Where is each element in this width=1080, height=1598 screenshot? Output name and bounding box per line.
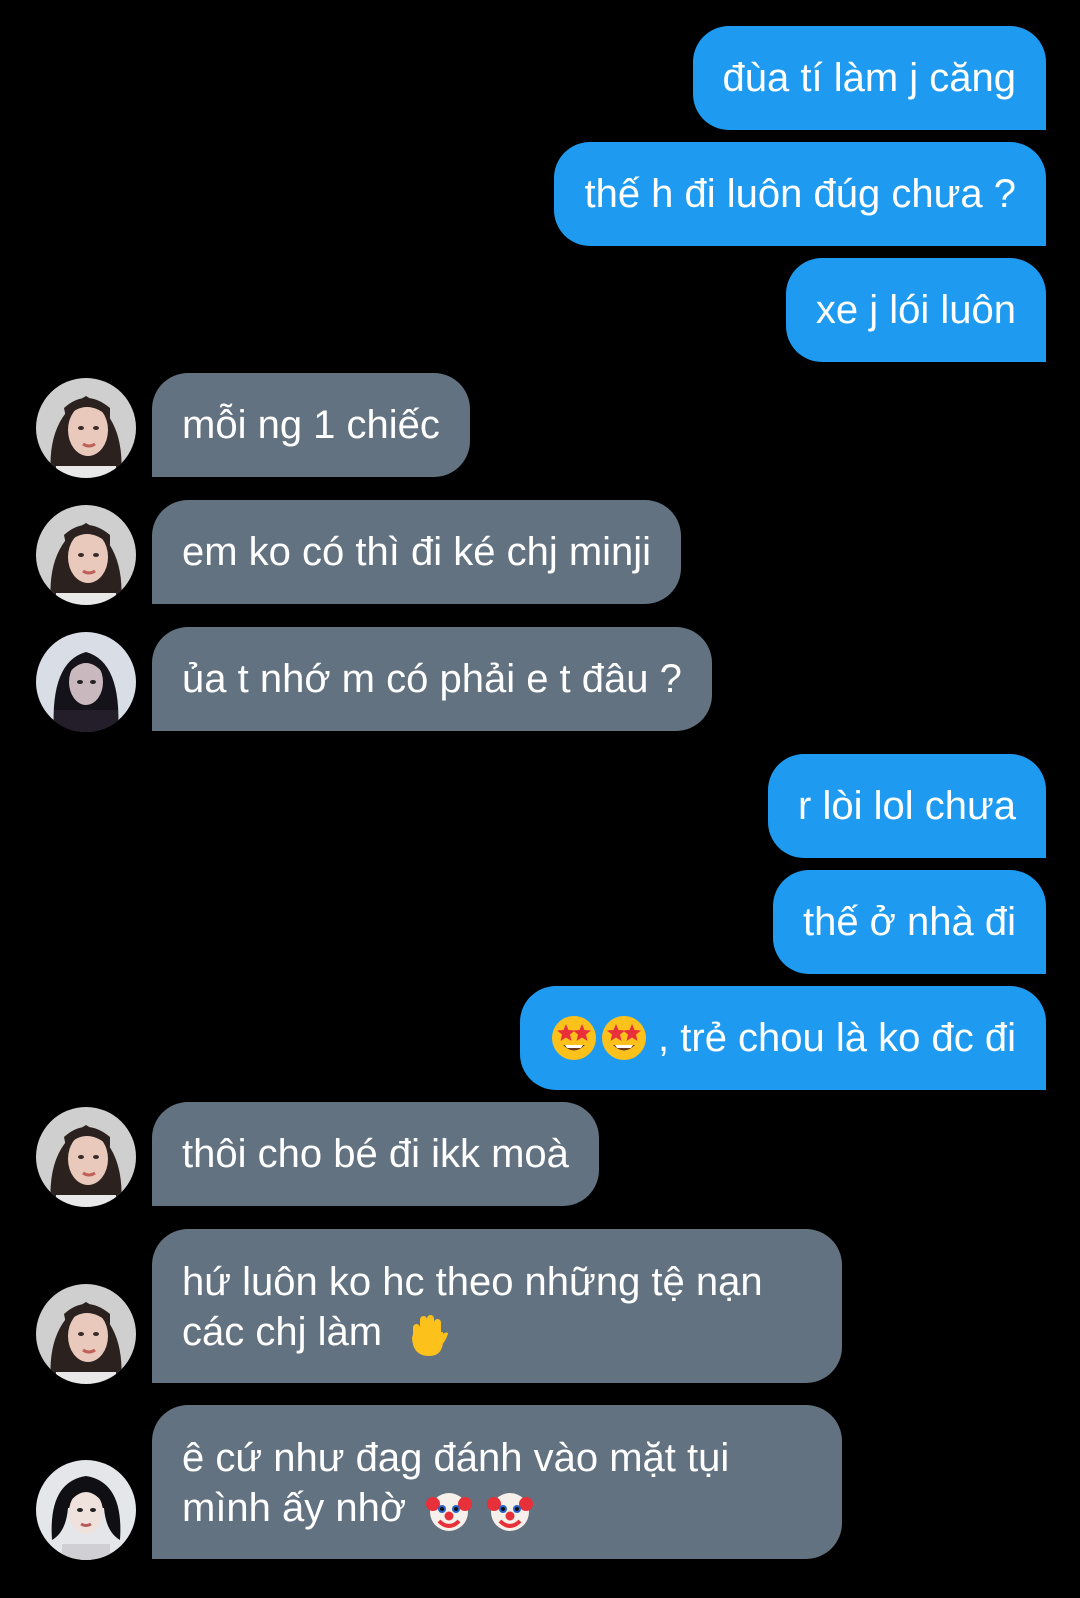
- message-text: xe j lói luôn: [815, 288, 1016, 332]
- message-bubble-sent[interactable]: , trẻ chou là ko đc đi: [520, 986, 1046, 1090]
- message-bubble-received[interactable]: em ko có thì đi ké chj minji: [152, 500, 682, 604]
- message-text: ủa t nhớ m có phải e t đâu ?: [182, 657, 682, 701]
- message-bubble-received[interactable]: ủa t nhớ m có phải e t đâu ?: [152, 627, 712, 731]
- clown-face-emoji: [486, 1486, 534, 1534]
- message-line: mình ấy nhờ: [182, 1483, 729, 1534]
- star-struck-emoji: [600, 1014, 648, 1062]
- message-bubble-sent[interactable]: đùa tí làm j căng: [692, 26, 1046, 130]
- message-text: thôi cho bé đi ikk moà: [182, 1132, 569, 1176]
- message-text: hứ luôn ko hc theo những tệ nạn các chj …: [182, 1257, 763, 1358]
- chat-thread: đùa tí làm j căng thế h đi luôn đúg chưa…: [0, 0, 1080, 1598]
- message-bubble-received[interactable]: mỗi ng 1 chiếc: [152, 373, 470, 477]
- message-text: em ko có thì đi ké chj minji: [182, 530, 652, 574]
- message-bubble-sent[interactable]: thế h đi luôn đúg chưa ?: [554, 142, 1046, 246]
- message-text: ê cứ như đag đánh vào mặt tụi mình ấy nh…: [182, 1433, 729, 1534]
- message-bubble-received[interactable]: hứ luôn ko hc theo những tệ nạn các chj …: [152, 1229, 842, 1383]
- message-text: đùa tí làm j căng: [722, 56, 1017, 100]
- message-text: thế ở nhà đi: [802, 900, 1016, 944]
- message-text: thế h đi luôn đúg chưa ?: [584, 172, 1016, 216]
- avatar-girl-long-hair[interactable]: [36, 1107, 136, 1207]
- avatar-girl-dark[interactable]: [36, 632, 136, 732]
- star-struck-emoji: [550, 1014, 598, 1062]
- avatar-girl-bob[interactable]: [36, 1460, 136, 1560]
- message-line: các chj làm: [182, 1307, 763, 1358]
- message-bubble-received[interactable]: thôi cho bé đi ikk moà: [152, 1102, 599, 1206]
- message-text: , trẻ chou là ko đc đi: [658, 1016, 1016, 1060]
- avatar-girl-long-hair[interactable]: [36, 378, 136, 478]
- avatar-girl-long-hair[interactable]: [36, 1284, 136, 1384]
- message-text: mỗi ng 1 chiếc: [182, 403, 440, 447]
- message-bubble-sent[interactable]: xe j lói luôn: [785, 258, 1046, 362]
- message-line: ê cứ như đag đánh vào mặt tụi: [182, 1436, 730, 1480]
- message-bubble-sent[interactable]: r lòi lol chưa: [768, 754, 1046, 858]
- message-bubble-received[interactable]: ê cứ như đag đánh vào mặt tụi mình ấy nh…: [152, 1405, 842, 1559]
- message-bubble-sent[interactable]: thế ở nhà đi: [772, 870, 1046, 974]
- raised-hand-emoji: [403, 1310, 451, 1358]
- clown-face-emoji: [425, 1486, 473, 1534]
- message-text: r lòi lol chưa: [798, 784, 1016, 828]
- avatar-girl-long-hair[interactable]: [36, 505, 136, 605]
- message-line: hứ luôn ko hc theo những tệ nạn: [182, 1260, 763, 1304]
